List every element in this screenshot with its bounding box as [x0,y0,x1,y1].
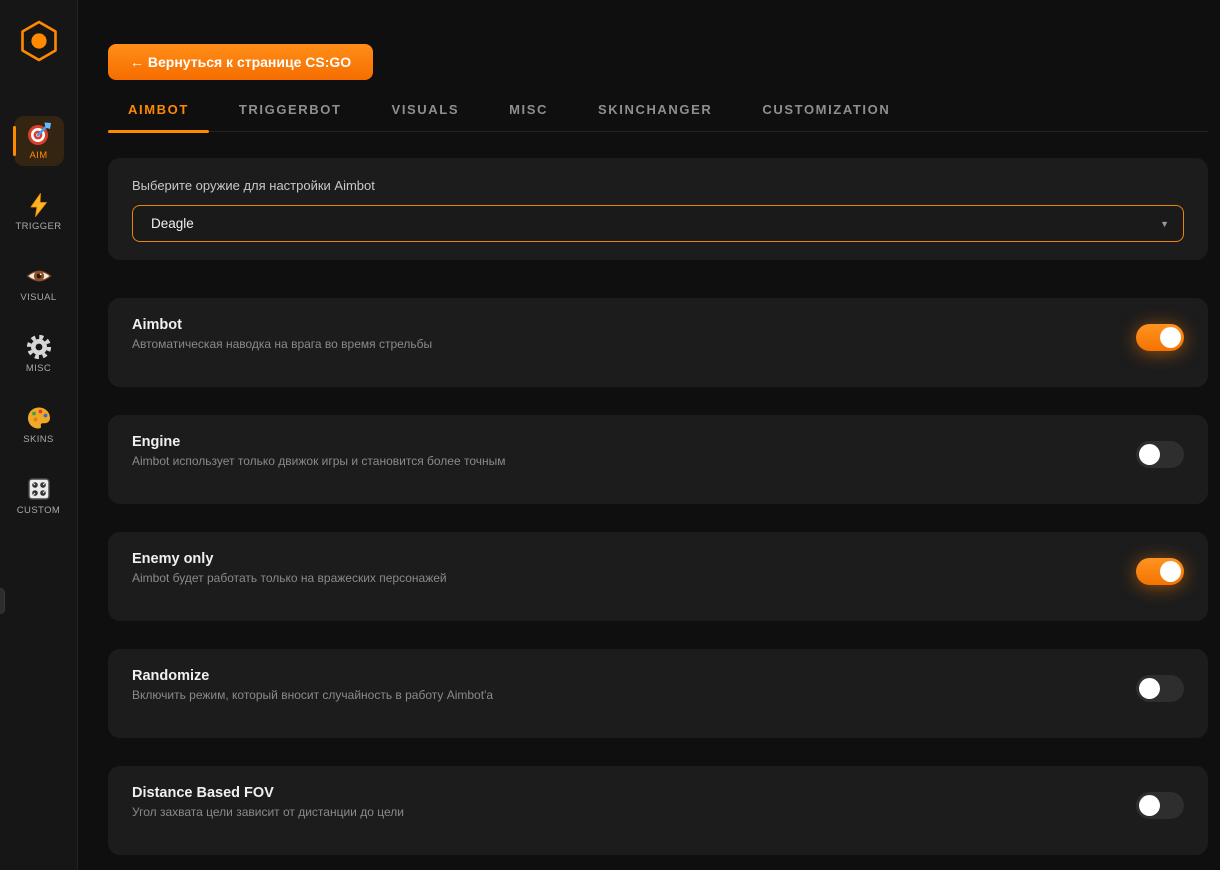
tab-aimbot[interactable]: AIMBOT [108,98,209,131]
weapon-select-label: Выберите оружие для настройки Aimbot [132,178,1184,193]
back-to-csgo-button[interactable]: ← Вернуться к странице CS:GO [108,44,373,80]
sidebar: AIM TRIGGER VISUAL MISC SKINS CUSTOM [0,0,78,870]
palette-icon [26,405,52,431]
tab-misc[interactable]: MISC [489,98,568,131]
toggle-knob [1160,327,1181,348]
setting-title: Enemy only [132,551,447,567]
toggle-enemy-only[interactable] [1136,558,1184,585]
eye-icon [26,263,52,289]
toggle-distance-based-fov[interactable] [1136,792,1184,819]
setting-row: Engine Aimbot использует только движок и… [108,415,1208,504]
setting-title: Engine [132,434,506,450]
setting-title: Aimbot [132,317,432,333]
tab-skinchanger[interactable]: SKINCHANGER [578,98,732,131]
hexagon-logo-icon[interactable] [17,18,61,64]
sidebar-scroll-handle[interactable] [0,588,5,614]
knobs-icon [26,476,52,502]
sidebar-item-trigger[interactable]: TRIGGER [14,187,64,237]
sidebar-item-label: MISC [26,363,51,374]
sidebar-item-custom[interactable]: CUSTOM [14,471,64,521]
toggle-knob [1139,678,1160,699]
weapon-select-value: Deagle [151,216,194,231]
main-content: ← Вернуться к странице CS:GO AIMBOT TRIG… [78,0,1220,855]
setting-title: Randomize [132,668,493,684]
sidebar-item-skins[interactable]: SKINS [14,400,64,450]
setting-description: Автоматическая наводка на врага во время… [132,337,432,351]
setting-description: Включить режим, который вносит случайнос… [132,688,493,702]
lightning-icon [26,192,52,218]
sidebar-item-label: SKINS [23,434,54,445]
setting-row: Enemy only Aimbot будет работать только … [108,532,1208,621]
setting-row: Aimbot Автоматическая наводка на врага в… [108,298,1208,387]
sidebar-item-label: TRIGGER [15,221,61,232]
sidebar-item-aim[interactable]: AIM [14,116,64,166]
sidebar-item-label: CUSTOM [17,505,60,516]
sidebar-nav: AIM TRIGGER VISUAL MISC SKINS CUSTOM [14,116,64,521]
setting-description: Угол захвата цели зависит от дистанции д… [132,805,404,819]
tab-triggerbot[interactable]: TRIGGERBOT [219,98,362,131]
sidebar-item-label: AIM [29,150,47,161]
toggle-knob [1139,444,1160,465]
weapon-select-dropdown[interactable]: Deagle ▼ [132,205,1184,242]
setting-title: Distance Based FOV [132,785,404,801]
tab-bar: AIMBOT TRIGGERBOT VISUALS MISC SKINCHANG… [108,98,1208,132]
setting-description: Aimbot использует только движок игры и с… [132,454,506,468]
toggle-randomize[interactable] [1136,675,1184,702]
toggle-engine[interactable] [1136,441,1184,468]
gear-icon [26,334,52,360]
toggle-aimbot[interactable] [1136,324,1184,351]
tab-visuals[interactable]: VISUALS [372,98,480,131]
chevron-down-icon: ▼ [1160,219,1169,229]
settings-list: Aimbot Автоматическая наводка на врага в… [108,298,1208,855]
target-icon [26,121,52,147]
sidebar-item-visual[interactable]: VISUAL [14,258,64,308]
setting-row: Distance Based FOV Угол захвата цели зав… [108,766,1208,855]
sidebar-item-label: VISUAL [20,292,56,303]
tab-customization[interactable]: CUSTOMIZATION [742,98,910,131]
setting-row: Randomize Включить режим, который вносит… [108,649,1208,738]
toggle-knob [1160,561,1181,582]
sidebar-item-misc[interactable]: MISC [14,329,64,379]
toggle-knob [1139,795,1160,816]
setting-description: Aimbot будет работать только на вражески… [132,571,447,585]
weapon-select-card: Выберите оружие для настройки Aimbot Dea… [108,158,1208,260]
